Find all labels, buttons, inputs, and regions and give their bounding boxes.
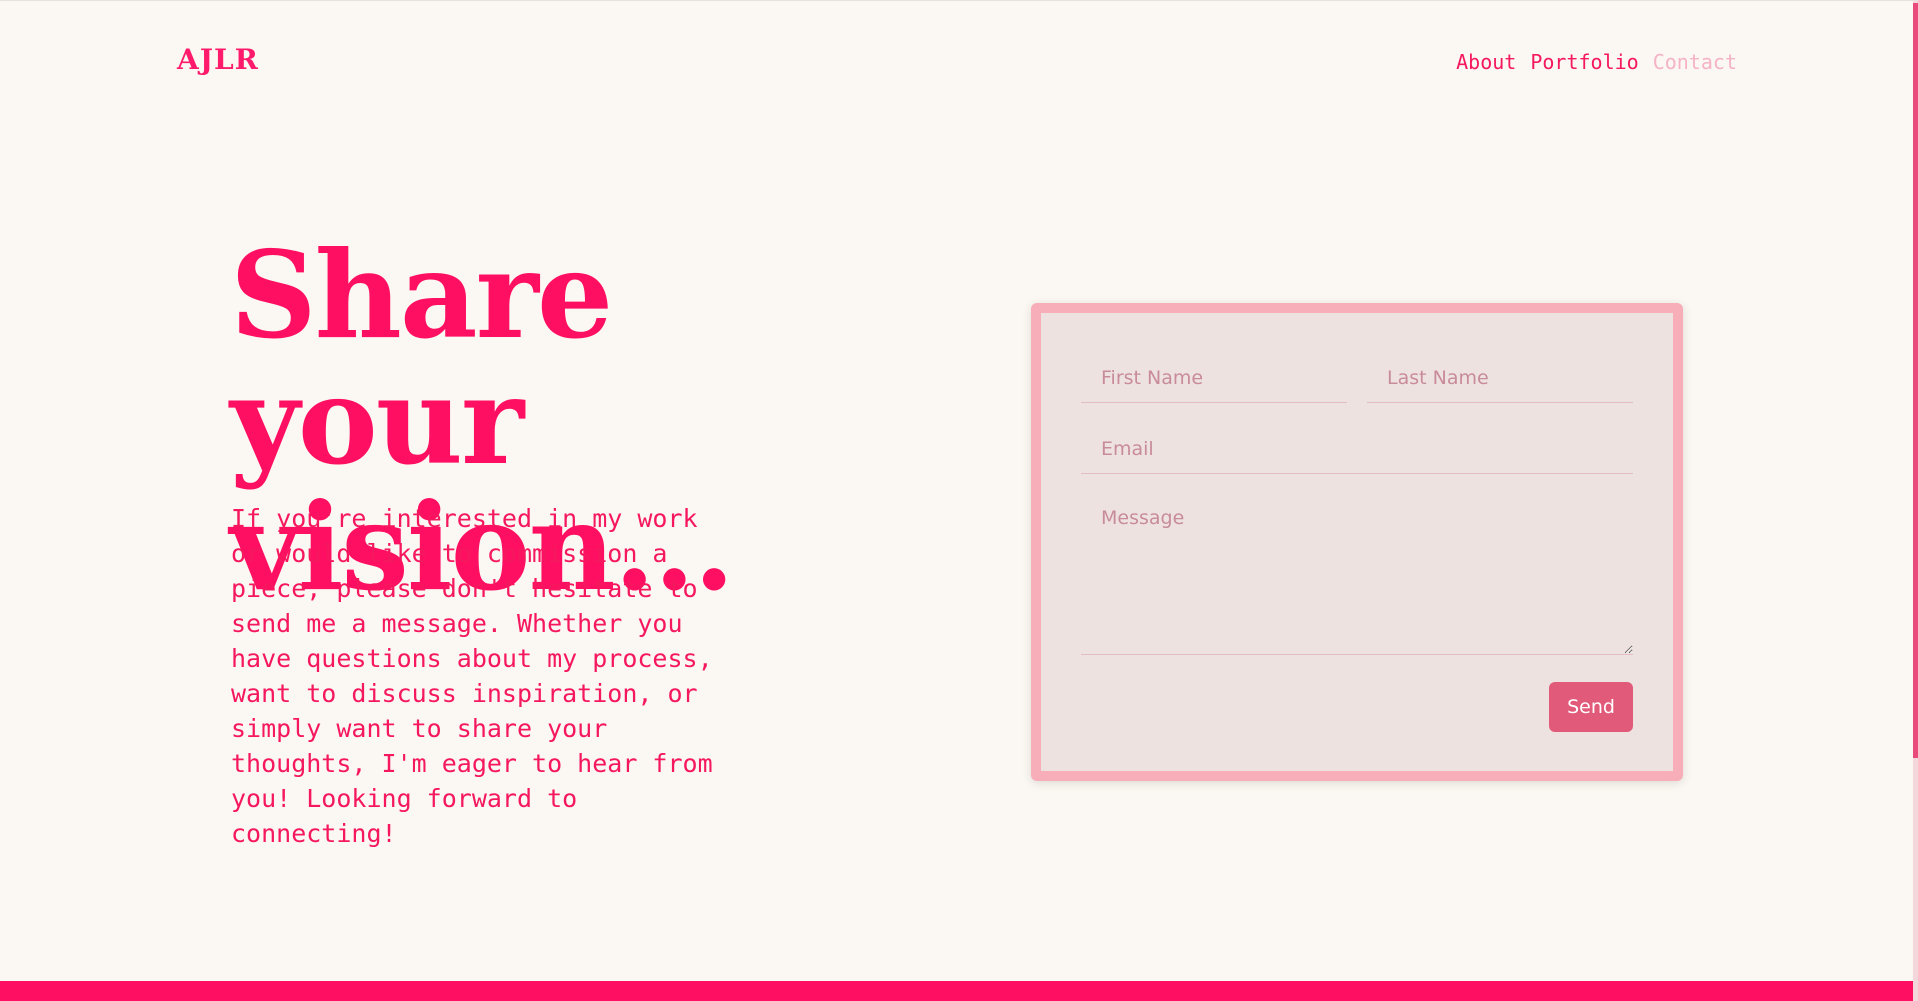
nav-link-about[interactable]: About bbox=[1456, 50, 1516, 74]
send-button[interactable]: Send bbox=[1549, 682, 1633, 732]
contact-form: Send bbox=[1031, 303, 1683, 781]
message-textarea[interactable] bbox=[1081, 495, 1633, 655]
intro-paragraph: If you're interested in my work or would… bbox=[231, 504, 713, 848]
nav-link-portfolio[interactable]: Portfolio bbox=[1530, 50, 1638, 74]
scrollbar-track[interactable] bbox=[1913, 1, 1918, 1001]
scrollbar-thumb[interactable] bbox=[1913, 3, 1918, 758]
main-nav: About Portfolio Contact bbox=[1456, 50, 1737, 74]
page: AJLR About Portfolio Contact Share your … bbox=[0, 0, 1918, 1001]
footer-bar bbox=[0, 981, 1918, 1001]
first-name-input[interactable] bbox=[1081, 353, 1347, 403]
email-input[interactable] bbox=[1081, 424, 1633, 474]
last-name-input[interactable] bbox=[1367, 353, 1633, 403]
nav-link-contact[interactable]: Contact bbox=[1653, 50, 1737, 74]
site-logo[interactable]: AJLR bbox=[177, 43, 259, 76]
